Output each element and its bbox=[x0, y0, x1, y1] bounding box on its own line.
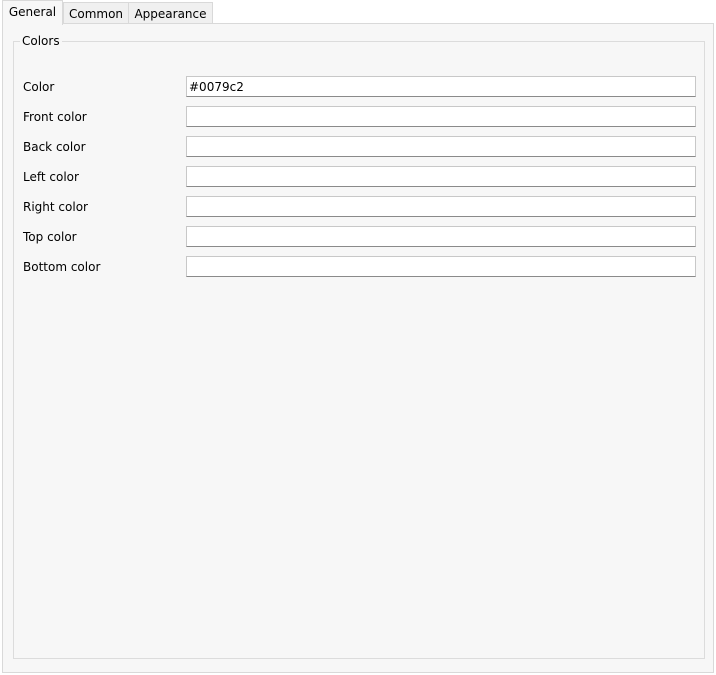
back-color-label: Back color bbox=[23, 140, 86, 154]
front-color-row: Front color bbox=[14, 106, 704, 128]
bottom-color-row: Bottom color bbox=[14, 256, 704, 278]
top-color-row: Top color bbox=[14, 226, 704, 248]
bottom-color-field[interactable] bbox=[186, 256, 696, 277]
left-color-field[interactable] bbox=[186, 166, 696, 187]
general-tab-page: Colors Color Front color Back color Left… bbox=[2, 23, 714, 673]
back-color-row: Back color bbox=[14, 136, 704, 158]
right-color-row: Right color bbox=[14, 196, 704, 218]
colors-groupbox: Colors Color Front color Back color Left… bbox=[13, 33, 705, 659]
top-color-field[interactable] bbox=[186, 226, 696, 247]
color-field[interactable] bbox=[186, 76, 696, 97]
top-color-label: Top color bbox=[23, 230, 77, 244]
left-color-label: Left color bbox=[23, 170, 79, 184]
colors-group-title: Colors bbox=[20, 33, 62, 49]
left-color-row: Left color bbox=[14, 166, 704, 188]
bottom-color-label: Bottom color bbox=[23, 260, 101, 274]
right-color-field[interactable] bbox=[186, 196, 696, 217]
tab-appearance[interactable]: Appearance bbox=[128, 2, 213, 24]
color-label: Color bbox=[23, 80, 55, 94]
right-color-label: Right color bbox=[23, 200, 88, 214]
tab-common[interactable]: Common bbox=[63, 2, 129, 24]
front-color-label: Front color bbox=[23, 110, 87, 124]
front-color-field[interactable] bbox=[186, 106, 696, 127]
back-color-field[interactable] bbox=[186, 136, 696, 157]
color-row: Color bbox=[14, 76, 704, 98]
tab-general[interactable]: General bbox=[2, 0, 63, 25]
tab-strip: General Common Appearance bbox=[2, 0, 714, 25]
